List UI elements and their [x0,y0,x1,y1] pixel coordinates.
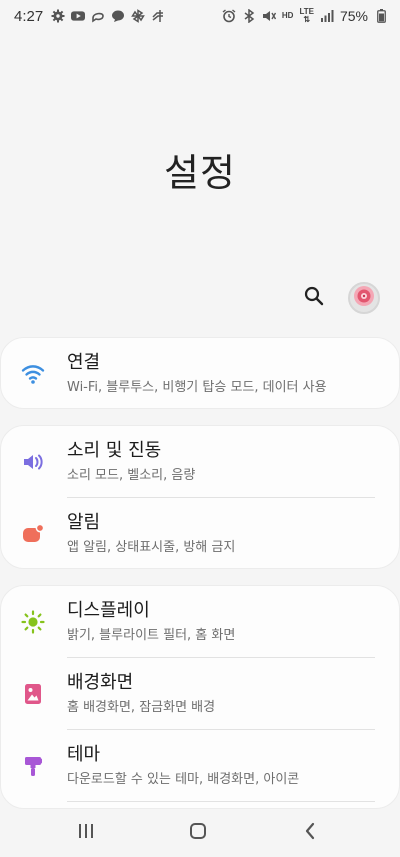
wifi-icon [20,361,46,387]
settings-item-title: 배경화면 [67,672,134,693]
alarm-icon [222,9,236,23]
settings-item-sounds[interactable]: 소리 및 진동 소리 모드, 벨소리, 음량 [1,426,399,498]
settings-item-text: 연결 Wi-Fi, 블루투스, 비행기 탑승 모드, 데이터 사용 [67,352,379,397]
recent-apps-button[interactable] [68,821,104,845]
settings-item-title: 소리 및 진동 [67,440,162,461]
settings-item-text: 테마 다운로드할 수 있는 테마, 배경화면, 아이콘 [67,744,379,789]
home-icon [189,822,207,844]
battery-percentage: 75% [339,8,368,24]
status-left: 4:27 [14,8,165,25]
settings-item-title: 테마 [67,744,101,765]
header-actions [300,282,380,314]
speaker-icon [20,449,46,475]
settings-card-sound-notifications: 소리 및 진동 소리 모드, 벨소리, 음량 알림 앱 알림, 상태표시줄, 방… [0,425,400,569]
settings-item-subtitle: 다운로드할 수 있는 테마, 배경화면, 아이콘 [67,772,300,787]
messenger-icon [91,9,105,23]
search-icon [304,286,324,310]
settings-item-themes[interactable]: 테마 다운로드할 수 있는 테마, 배경화면, 아이콘 [1,730,399,802]
settings-item-title: 알림 [67,512,101,533]
recent-apps-icon [77,823,95,843]
settings-item-wallpaper[interactable]: 배경화면 홈 배경화면, 잠금화면 배경 [1,658,399,730]
back-button[interactable] [292,821,328,845]
settings-card-display: 디스플레이 밝기, 블루라이트 필터, 홈 화면 배경화면 홈 배경화면, 잠금… [0,585,400,809]
bluetooth-icon [242,9,256,23]
settings-item-subtitle: 소리 모드, 벨소리, 음량 [67,468,196,483]
settings-item-notifications[interactable]: 알림 앱 알림, 상태표시줄, 방해 금지 [1,498,399,570]
status-right: HD LTE ⇅ 75% [222,8,388,24]
youtube-icon [71,9,86,23]
theme-brush-icon [20,753,46,779]
settings-gear-icon [51,9,65,23]
hd-lte-icon: HD [282,12,294,20]
settings-item-text: 배경화면 홈 배경화면, 잠금화면 배경 [67,672,379,717]
battery-icon [374,9,388,23]
settings-item-text: 소리 및 진동 소리 모드, 벨소리, 음량 [67,440,379,485]
settings-item-connections[interactable]: 연결 Wi-Fi, 블루투스, 비행기 탑승 모드, 데이터 사용 [1,338,399,410]
settings-item-subtitle: 앱 알림, 상태표시줄, 방해 금지 [67,540,236,555]
mute-icon [262,9,276,23]
account-avatar-button[interactable] [348,282,380,314]
settings-item-title: 디스플레이 [67,600,150,621]
settings-item-text: 디스플레이 밝기, 블루라이트 필터, 홈 화면 [67,600,379,645]
chat-bubble-icon [111,9,125,23]
settings-item-display[interactable]: 디스플레이 밝기, 블루라이트 필터, 홈 화면 [1,586,399,658]
lte-indicator: LTE ⇅ [299,7,314,24]
settings-item-subtitle: 홈 배경화면, 잠금화면 배경 [67,700,216,715]
settings-card-connections: 연결 Wi-Fi, 블루투스, 비행기 탑승 모드, 데이터 사용 [0,337,400,409]
notification-icon [20,521,46,547]
settings-item-subtitle: Wi-Fi, 블루투스, 비행기 탑승 모드, 데이터 사용 [67,380,327,395]
brightness-icon [20,609,46,635]
hd-label: HD [281,11,294,20]
settings-item-text: 알림 앱 알림, 상태표시줄, 방해 금지 [67,512,379,557]
back-icon [303,822,317,844]
pinwheel-icon [131,9,146,23]
navigation-bar [0,809,400,857]
row-divider [67,801,375,802]
settings-item-subtitle: 밝기, 블루라이트 필터, 홈 화면 [67,628,236,643]
page-title: 설정 [164,151,236,195]
avatar-icon [353,285,375,311]
status-bar: 4:27 HD LTE ⇅ 75% [0,0,400,32]
settings-item-title: 연결 [67,352,101,373]
home-button[interactable] [180,821,216,845]
mute-bird-icon [151,9,165,23]
status-time: 4:27 [14,7,44,25]
search-button[interactable] [300,284,328,312]
wallpaper-icon [20,681,46,707]
signal-icon [320,9,334,23]
